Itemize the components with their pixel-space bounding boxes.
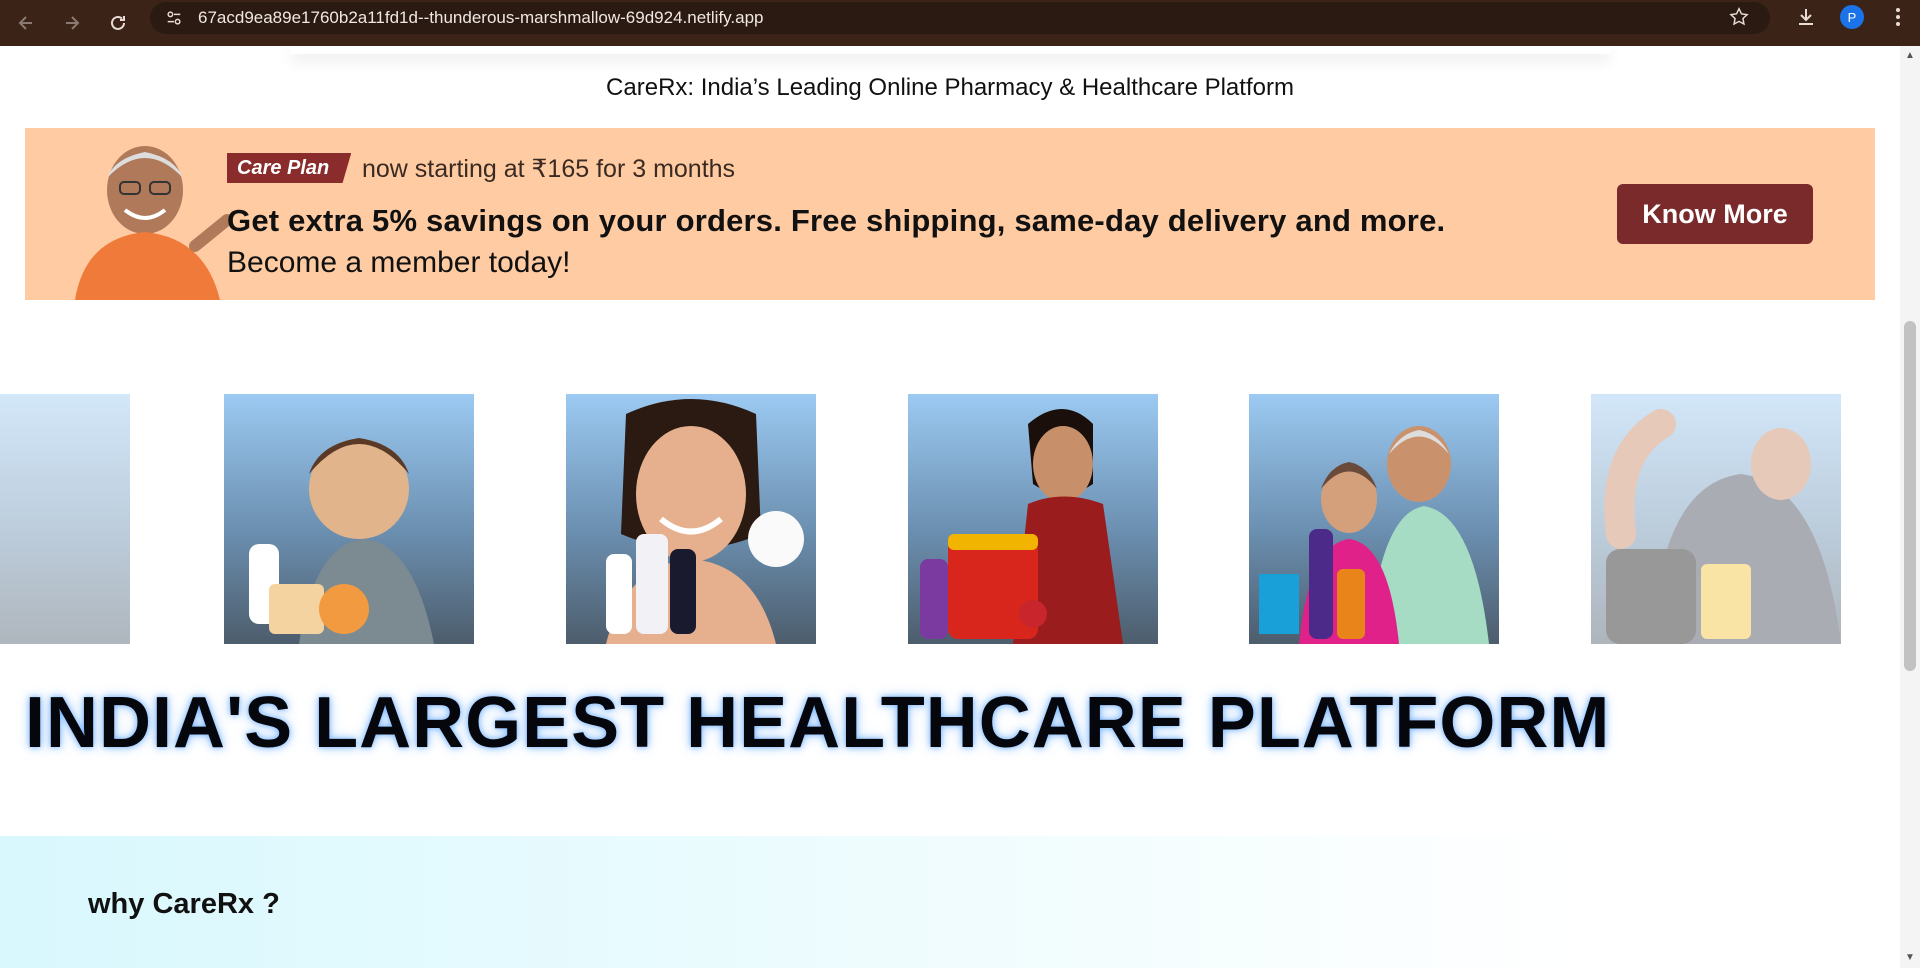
- carousel-card-skin-care[interactable]: [566, 394, 816, 644]
- promo-person-image: [75, 146, 233, 300]
- skincare-image: [606, 399, 804, 644]
- carousel-card-elderly-care[interactable]: [1249, 394, 1499, 644]
- site-info-icon[interactable]: [160, 4, 188, 32]
- bookmark-star-icon[interactable]: [1728, 6, 1752, 30]
- menu-kebab-icon[interactable]: [1886, 5, 1910, 29]
- page-scrollbar[interactable]: ▲ ▼: [1900, 46, 1920, 968]
- carousel-card-partial-left[interactable]: [0, 394, 130, 644]
- promo-headline: Get extra 5% savings on your orders. Fre…: [227, 203, 1446, 238]
- page-viewport: CareRx: India’s Leading Online Pharmacy …: [0, 46, 1900, 968]
- scroll-down-icon[interactable]: ▼: [1904, 952, 1916, 964]
- care-plan-badge: Care Plan: [227, 153, 352, 183]
- reload-button[interactable]: [98, 3, 138, 43]
- carousel-card-nutrition[interactable]: [908, 394, 1158, 644]
- know-more-button[interactable]: Know More: [1617, 184, 1813, 244]
- carousel-card-fitness[interactable]: [1591, 394, 1841, 644]
- url-text[interactable]: 67acd9ea89e1760b2a11fd1d--thunderous-mar…: [198, 8, 764, 28]
- arrow-right-icon: [66, 16, 80, 30]
- download-icon[interactable]: [1794, 5, 1818, 29]
- reload-icon: [111, 15, 125, 30]
- arrow-left-icon: [18, 16, 32, 30]
- baby-image: [249, 438, 434, 644]
- category-carousel: [0, 394, 1900, 646]
- carousel-card-baby-care[interactable]: [224, 394, 474, 644]
- care-plan-banner: Care Plan now starting at ₹165 for 3 mon…: [25, 128, 1875, 300]
- scroll-thumb[interactable]: [1904, 321, 1916, 671]
- hero-title: INDIA'S LARGEST HEALTHCARE PLATFORM: [25, 683, 1611, 763]
- fitness-image: [1604, 409, 1841, 644]
- scroll-up-icon[interactable]: ▲: [1904, 50, 1916, 62]
- nutrition-image: [920, 409, 1123, 644]
- profile-avatar[interactable]: P: [1840, 5, 1864, 29]
- elderly-couple-image: [1259, 426, 1489, 644]
- forward-button[interactable]: [52, 3, 92, 43]
- header-edge: [290, 46, 1610, 54]
- promo-price-text: now starting at ₹165 for 3 months: [362, 155, 736, 183]
- page-tagline: CareRx: India’s Leading Online Pharmacy …: [606, 74, 1294, 101]
- back-button[interactable]: [6, 3, 46, 43]
- address-bar[interactable]: 67acd9ea89e1760b2a11fd1d--thunderous-mar…: [150, 2, 1770, 34]
- promo-subline: Become a member today!: [227, 246, 571, 279]
- why-carerx-heading: why CareRx ?: [88, 888, 280, 920]
- browser-toolbar: 67acd9ea89e1760b2a11fd1d--thunderous-mar…: [0, 0, 1920, 46]
